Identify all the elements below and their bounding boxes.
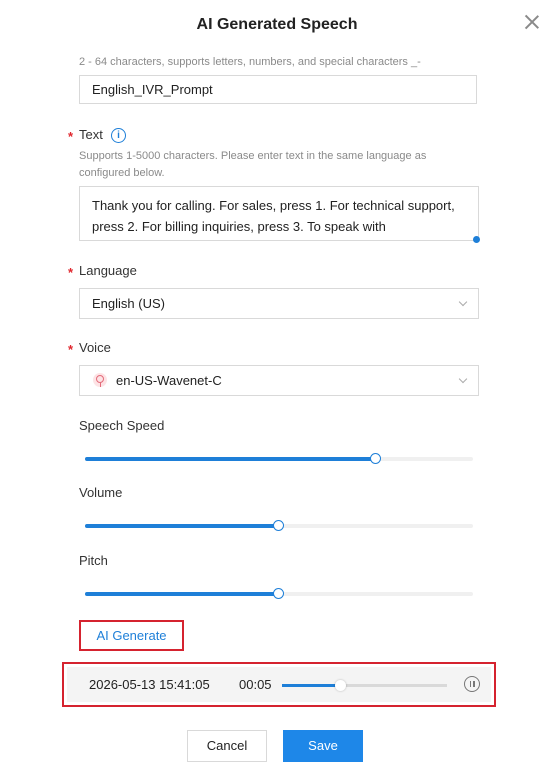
info-icon[interactable]: i bbox=[111, 128, 126, 143]
player-progress-fill bbox=[282, 684, 340, 687]
dialog-title: AI Generated Speech bbox=[196, 16, 358, 33]
player-timestamp: 2026-05-13 15:41:05 bbox=[89, 677, 210, 692]
volume-slider[interactable] bbox=[85, 520, 473, 531]
language-label: Language bbox=[79, 263, 137, 278]
volume-slider-handle[interactable] bbox=[273, 520, 284, 531]
chevron-down-icon bbox=[458, 297, 468, 307]
pitch-slider-handle[interactable] bbox=[273, 588, 284, 599]
player-progress-track[interactable] bbox=[282, 680, 447, 691]
volume-slider-fill bbox=[85, 524, 279, 528]
player-elapsed: 00:05 bbox=[239, 677, 272, 692]
voice-select-value: en-US-Wavenet-C bbox=[116, 373, 222, 388]
voice-select[interactable]: en-US-Wavenet-C bbox=[79, 365, 479, 396]
language-select[interactable]: English (US) bbox=[79, 288, 479, 319]
voice-label: Voice bbox=[79, 340, 111, 355]
language-required-mark: * bbox=[68, 265, 74, 280]
speech-speed-label: Speech Speed bbox=[79, 418, 165, 433]
text-textarea[interactable]: Thank you for calling. For sales, press … bbox=[79, 186, 479, 241]
pitch-slider[interactable] bbox=[85, 588, 473, 599]
pitch-slider-fill bbox=[85, 592, 279, 596]
female-icon bbox=[93, 373, 107, 387]
speech-speed-slider-fill bbox=[85, 457, 376, 461]
name-hint: 2 - 64 characters, supports letters, num… bbox=[79, 56, 421, 68]
textarea-resize-handle[interactable] bbox=[473, 236, 480, 243]
name-input[interactable]: English_IVR_Prompt bbox=[79, 75, 477, 104]
speech-speed-slider[interactable] bbox=[85, 453, 473, 464]
volume-label: Volume bbox=[79, 485, 123, 500]
cancel-button[interactable]: Cancel bbox=[187, 730, 267, 762]
close-icon[interactable] bbox=[522, 12, 542, 32]
pitch-label: Pitch bbox=[79, 553, 108, 568]
chevron-down-icon bbox=[458, 374, 468, 384]
speech-speed-slider-handle[interactable] bbox=[370, 453, 381, 464]
player-progress-handle[interactable] bbox=[334, 680, 346, 691]
ai-generate-button[interactable]: AI Generate bbox=[79, 620, 184, 651]
audio-player: 2026-05-13 15:41:05 00:05 bbox=[67, 667, 491, 702]
language-select-value: English (US) bbox=[92, 296, 165, 311]
text-label: Text bbox=[79, 127, 103, 142]
pause-icon[interactable] bbox=[464, 676, 480, 692]
text-hint: Supports 1-5000 characters. Please enter… bbox=[79, 150, 427, 179]
voice-required-mark: * bbox=[68, 342, 74, 357]
save-button[interactable]: Save bbox=[283, 730, 363, 762]
text-required-mark: * bbox=[68, 129, 74, 144]
